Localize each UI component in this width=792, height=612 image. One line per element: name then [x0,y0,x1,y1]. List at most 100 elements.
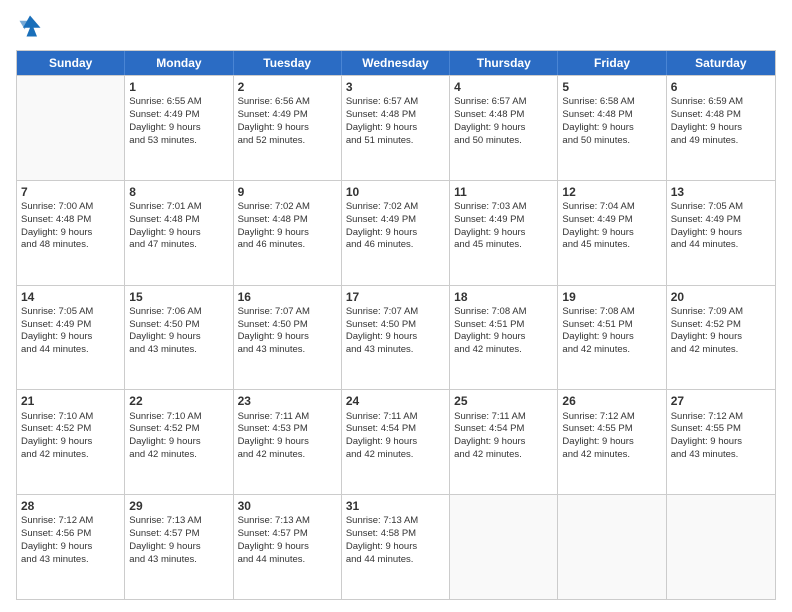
day-number: 13 [671,184,771,200]
day-info-line: and 50 minutes. [454,135,553,148]
calendar-day-4: 4Sunrise: 6:57 AMSunset: 4:48 PMDaylight… [450,76,558,180]
day-info-line: Sunset: 4:50 PM [129,319,228,332]
day-of-week-thursday: Thursday [450,51,558,75]
calendar-day-30: 30Sunrise: 7:13 AMSunset: 4:57 PMDayligh… [234,495,342,599]
day-info-line: and 42 minutes. [346,449,445,462]
calendar-day-10: 10Sunrise: 7:02 AMSunset: 4:49 PMDayligh… [342,181,450,285]
day-number: 18 [454,289,553,305]
day-info-line: Sunrise: 6:55 AM [129,96,228,109]
day-number: 25 [454,393,553,409]
calendar-day-14: 14Sunrise: 7:05 AMSunset: 4:49 PMDayligh… [17,286,125,390]
day-info-line: Daylight: 9 hours [129,227,228,240]
day-info-line: Sunrise: 7:10 AM [129,411,228,424]
day-info-line: Daylight: 9 hours [671,122,771,135]
day-info-line: Daylight: 9 hours [671,436,771,449]
day-info-line: Sunset: 4:49 PM [346,214,445,227]
day-info-line: and 44 minutes. [346,554,445,567]
day-info-line: Sunset: 4:48 PM [454,109,553,122]
day-info-line: Daylight: 9 hours [238,541,337,554]
day-info-line: Daylight: 9 hours [346,227,445,240]
day-info-line: Sunset: 4:49 PM [454,214,553,227]
calendar-day-23: 23Sunrise: 7:11 AMSunset: 4:53 PMDayligh… [234,390,342,494]
day-info-line: Sunset: 4:48 PM [21,214,120,227]
day-info-line: Sunrise: 7:04 AM [562,201,661,214]
day-info-line: Daylight: 9 hours [562,122,661,135]
day-info-line: Sunrise: 7:03 AM [454,201,553,214]
day-info-line: Sunset: 4:52 PM [671,319,771,332]
day-info-line: Sunrise: 7:13 AM [346,515,445,528]
day-info-line: and 43 minutes. [21,554,120,567]
day-info-line: and 53 minutes. [129,135,228,148]
day-info-line: and 44 minutes. [21,344,120,357]
day-info-line: Daylight: 9 hours [671,331,771,344]
day-number: 31 [346,498,445,514]
day-info-line: and 45 minutes. [454,239,553,252]
calendar-day-18: 18Sunrise: 7:08 AMSunset: 4:51 PMDayligh… [450,286,558,390]
day-info-line: Sunset: 4:49 PM [21,319,120,332]
day-info-line: Sunset: 4:49 PM [129,109,228,122]
calendar-week-4: 21Sunrise: 7:10 AMSunset: 4:52 PMDayligh… [17,389,775,494]
calendar-day-25: 25Sunrise: 7:11 AMSunset: 4:54 PMDayligh… [450,390,558,494]
day-number: 6 [671,79,771,95]
day-number: 1 [129,79,228,95]
day-info-line: Daylight: 9 hours [238,331,337,344]
day-info-line: Daylight: 9 hours [129,122,228,135]
logo [16,12,48,40]
day-info-line: Daylight: 9 hours [238,436,337,449]
day-info-line: Sunset: 4:56 PM [21,528,120,541]
day-info-line: Sunset: 4:52 PM [21,423,120,436]
day-info-line: Sunrise: 7:13 AM [129,515,228,528]
day-info-line: Daylight: 9 hours [671,227,771,240]
day-info-line: Sunset: 4:57 PM [238,528,337,541]
day-number: 4 [454,79,553,95]
day-number: 5 [562,79,661,95]
day-info-line: and 44 minutes. [671,239,771,252]
calendar-week-3: 14Sunrise: 7:05 AMSunset: 4:49 PMDayligh… [17,285,775,390]
day-number: 20 [671,289,771,305]
day-number: 11 [454,184,553,200]
calendar-day-1: 1Sunrise: 6:55 AMSunset: 4:49 PMDaylight… [125,76,233,180]
day-info-line: Sunset: 4:51 PM [454,319,553,332]
day-info-line: Daylight: 9 hours [21,436,120,449]
day-info-line: Daylight: 9 hours [346,122,445,135]
calendar-day-27: 27Sunrise: 7:12 AMSunset: 4:55 PMDayligh… [667,390,775,494]
day-info-line: Sunrise: 7:12 AM [562,411,661,424]
day-info-line: Sunrise: 7:07 AM [238,306,337,319]
calendar-day-28: 28Sunrise: 7:12 AMSunset: 4:56 PMDayligh… [17,495,125,599]
calendar-week-2: 7Sunrise: 7:00 AMSunset: 4:48 PMDaylight… [17,180,775,285]
day-number: 15 [129,289,228,305]
calendar-empty-cell [558,495,666,599]
calendar-day-15: 15Sunrise: 7:06 AMSunset: 4:50 PMDayligh… [125,286,233,390]
calendar-day-21: 21Sunrise: 7:10 AMSunset: 4:52 PMDayligh… [17,390,125,494]
calendar-week-1: 1Sunrise: 6:55 AMSunset: 4:49 PMDaylight… [17,75,775,180]
calendar-day-16: 16Sunrise: 7:07 AMSunset: 4:50 PMDayligh… [234,286,342,390]
day-number: 8 [129,184,228,200]
day-info-line: Sunrise: 7:12 AM [21,515,120,528]
day-info-line: Daylight: 9 hours [454,227,553,240]
day-info-line: Sunset: 4:51 PM [562,319,661,332]
day-info-line: Sunrise: 7:09 AM [671,306,771,319]
day-info-line: Daylight: 9 hours [21,541,120,554]
calendar-day-7: 7Sunrise: 7:00 AMSunset: 4:48 PMDaylight… [17,181,125,285]
day-number: 23 [238,393,337,409]
day-number: 29 [129,498,228,514]
day-info-line: Sunset: 4:50 PM [238,319,337,332]
day-number: 3 [346,79,445,95]
day-info-line: Daylight: 9 hours [238,227,337,240]
calendar-day-3: 3Sunrise: 6:57 AMSunset: 4:48 PMDaylight… [342,76,450,180]
day-info-line: Sunrise: 7:02 AM [238,201,337,214]
day-info-line: Daylight: 9 hours [346,436,445,449]
header [16,12,776,40]
day-info-line: and 42 minutes. [562,449,661,462]
day-info-line: and 50 minutes. [562,135,661,148]
day-number: 7 [21,184,120,200]
day-number: 2 [238,79,337,95]
day-info-line: and 47 minutes. [129,239,228,252]
day-info-line: and 44 minutes. [238,554,337,567]
day-info-line: and 42 minutes. [671,344,771,357]
calendar-day-11: 11Sunrise: 7:03 AMSunset: 4:49 PMDayligh… [450,181,558,285]
day-number: 28 [21,498,120,514]
day-info-line: Daylight: 9 hours [454,436,553,449]
calendar-day-20: 20Sunrise: 7:09 AMSunset: 4:52 PMDayligh… [667,286,775,390]
day-of-week-monday: Monday [125,51,233,75]
